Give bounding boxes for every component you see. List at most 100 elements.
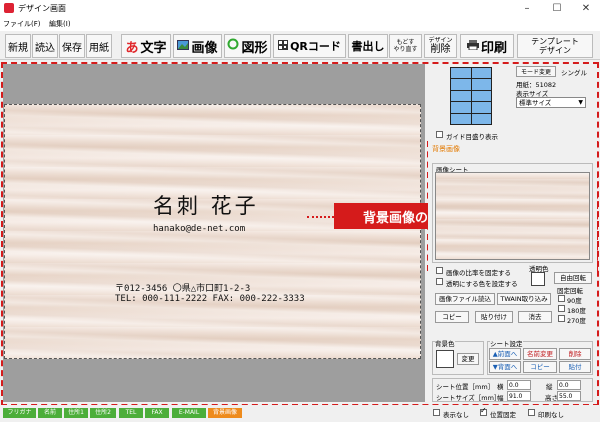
mode-change-button[interactable]: モード変更 bbox=[516, 66, 556, 77]
new-button[interactable]: 新規 bbox=[5, 34, 31, 58]
template-design-button[interactable]: テンプレート デザイン bbox=[517, 34, 593, 58]
sheet-size-label: シートサイズ［mm］ bbox=[436, 394, 501, 402]
horizontal-label: 横 bbox=[497, 383, 504, 391]
fixed-rotate-label: 固定回転 bbox=[557, 287, 583, 295]
no-print-label: 印刷なし bbox=[538, 411, 564, 419]
paste-image-button[interactable]: 貼り付け bbox=[475, 311, 513, 323]
template-design-label: デザイン bbox=[539, 46, 571, 55]
paper-layout-preview[interactable] bbox=[450, 67, 492, 125]
circle-shape-icon bbox=[227, 38, 239, 54]
chevron-down-icon: ▼ bbox=[578, 99, 583, 106]
size-width-input[interactable]: 91.0 bbox=[507, 391, 531, 401]
bg-image-section-label: 背景画像 bbox=[432, 145, 460, 153]
display-size-select[interactable]: 標準サイズ ▼ bbox=[516, 97, 586, 108]
bg-color-change-button[interactable]: 変更 bbox=[457, 353, 479, 365]
keep-ratio-label: 画像の比率を固定する bbox=[446, 269, 511, 277]
vertical-label: 縦 bbox=[546, 383, 553, 391]
qr-code-button[interactable]: QRコード bbox=[273, 34, 346, 58]
no-print-checkbox[interactable] bbox=[528, 409, 535, 416]
paste-sheet-button[interactable]: 貼付 bbox=[559, 361, 591, 373]
text-icon: あ bbox=[125, 40, 139, 56]
position-x-input[interactable]: 0.0 bbox=[507, 380, 531, 390]
paper-button[interactable]: 用紙 bbox=[86, 34, 112, 58]
checkmark-icon: ✓ bbox=[480, 406, 487, 415]
copy-image-button[interactable]: コピー bbox=[435, 311, 469, 323]
save-button[interactable]: 保存 bbox=[59, 34, 85, 58]
tab-bg-image[interactable]: 背景画像 bbox=[208, 408, 242, 418]
width-label: 幅 bbox=[497, 394, 504, 402]
maximize-button[interactable]: ☐ bbox=[543, 0, 571, 18]
undo-label: もどす bbox=[396, 39, 415, 46]
shape-button-label: 図形 bbox=[241, 40, 268, 56]
printer-icon bbox=[466, 39, 479, 54]
menu-edit[interactable]: 編集(I) bbox=[46, 18, 74, 31]
transparent-checkbox[interactable] bbox=[436, 278, 443, 285]
copy-sheet-button[interactable]: コピー bbox=[523, 361, 557, 373]
position-y-input[interactable]: 0.0 bbox=[557, 380, 581, 390]
window-title: デザイン画面 bbox=[18, 4, 66, 13]
rotate-90-label: 90度 bbox=[567, 297, 582, 305]
size-height-input[interactable]: 55.0 bbox=[557, 391, 581, 401]
delete-design-label: 削除 bbox=[430, 43, 451, 55]
display-size-value: 標準サイズ bbox=[519, 99, 552, 107]
tab-furigana[interactable]: フリガナ bbox=[3, 408, 36, 418]
free-rotate-button[interactable]: 自由回転 bbox=[554, 272, 592, 284]
hide-label: 表示なし bbox=[443, 411, 469, 419]
sheet-position-label: シート位置［mm］ bbox=[436, 383, 495, 391]
delete-design-sub: デザイン bbox=[428, 36, 453, 44]
app-icon bbox=[4, 3, 14, 13]
guide-checkbox[interactable] bbox=[436, 131, 443, 138]
keep-ratio-checkbox[interactable] bbox=[436, 267, 443, 274]
image-sheet-preview[interactable] bbox=[435, 172, 590, 260]
open-button[interactable]: 読込 bbox=[32, 34, 58, 58]
tab-name[interactable]: 名前 bbox=[38, 408, 62, 418]
text-button[interactable]: あ 文字 bbox=[121, 34, 171, 58]
rotate-270-label: 270度 bbox=[567, 317, 586, 325]
image-button[interactable]: 画像 bbox=[173, 34, 222, 58]
send-back-button[interactable]: ▼背面へ bbox=[489, 361, 521, 373]
toolbar: 新規 読込 保存 用紙 あ 文字 画像 図形 QRコード 書出し もどす やり直… bbox=[0, 31, 600, 60]
image-icon bbox=[177, 39, 190, 54]
template-label: テンプレート bbox=[531, 37, 579, 46]
bring-front-button[interactable]: ▲前面へ bbox=[489, 348, 521, 360]
tab-address1[interactable]: 住所1 bbox=[64, 408, 88, 418]
rotate-270-checkbox[interactable] bbox=[558, 315, 565, 322]
image-button-label: 画像 bbox=[191, 40, 218, 56]
mode-value: シングル bbox=[561, 69, 587, 77]
redo-label: やり直す bbox=[393, 46, 418, 53]
erase-image-button[interactable]: 消去 bbox=[518, 311, 552, 323]
rotate-180-checkbox[interactable] bbox=[558, 305, 565, 312]
delete-design-button[interactable]: デザイン 削除 bbox=[424, 34, 457, 58]
transparent-color-swatch[interactable] bbox=[531, 272, 545, 286]
qr-code-button-label: QRコード bbox=[290, 40, 341, 53]
close-button[interactable]: ✕ bbox=[572, 0, 600, 18]
load-image-button[interactable]: 画像ファイル読込 bbox=[435, 293, 495, 305]
rotate-180-label: 180度 bbox=[567, 307, 586, 315]
minimize-button[interactable]: – bbox=[513, 0, 541, 18]
qr-code-icon bbox=[278, 39, 289, 53]
guide-checkbox-label: ガイド目盛り表示 bbox=[446, 133, 498, 141]
print-button-label: 印刷 bbox=[480, 40, 507, 56]
tab-fax[interactable]: FAX bbox=[145, 408, 169, 418]
tab-email[interactable]: E-MAIL bbox=[172, 408, 206, 418]
menu-bar: ファイル(F) 編集(I) bbox=[0, 18, 600, 31]
shape-button[interactable]: 図形 bbox=[224, 34, 271, 58]
rotate-90-checkbox[interactable] bbox=[558, 295, 565, 302]
transparent-label: 透明にする色を設定する bbox=[446, 280, 518, 288]
sheet-settings-label: シート設定 bbox=[490, 338, 523, 348]
title-bar: デザイン画面 – ☐ ✕ bbox=[0, 0, 600, 18]
bg-color-swatch[interactable] bbox=[436, 350, 454, 368]
delete-sheet-button[interactable]: 削除 bbox=[559, 348, 591, 360]
hide-checkbox[interactable] bbox=[433, 409, 440, 416]
export-button[interactable]: 書出し bbox=[348, 34, 388, 58]
twain-import-button[interactable]: TWAIN取り込み bbox=[497, 293, 551, 305]
menu-file[interactable]: ファイル(F) bbox=[0, 18, 44, 31]
bg-color-label: 背景色 bbox=[435, 338, 455, 348]
print-button[interactable]: 印刷 bbox=[460, 34, 514, 58]
text-button-label: 文字 bbox=[140, 40, 167, 56]
undo-redo-button[interactable]: もどす やり直す bbox=[389, 34, 422, 58]
tab-tel[interactable]: TEL bbox=[119, 408, 143, 418]
fix-position-label: 位置固定 bbox=[490, 411, 516, 419]
tab-address2[interactable]: 住所2 bbox=[90, 408, 116, 418]
rename-button[interactable]: 名前変更 bbox=[523, 348, 557, 360]
